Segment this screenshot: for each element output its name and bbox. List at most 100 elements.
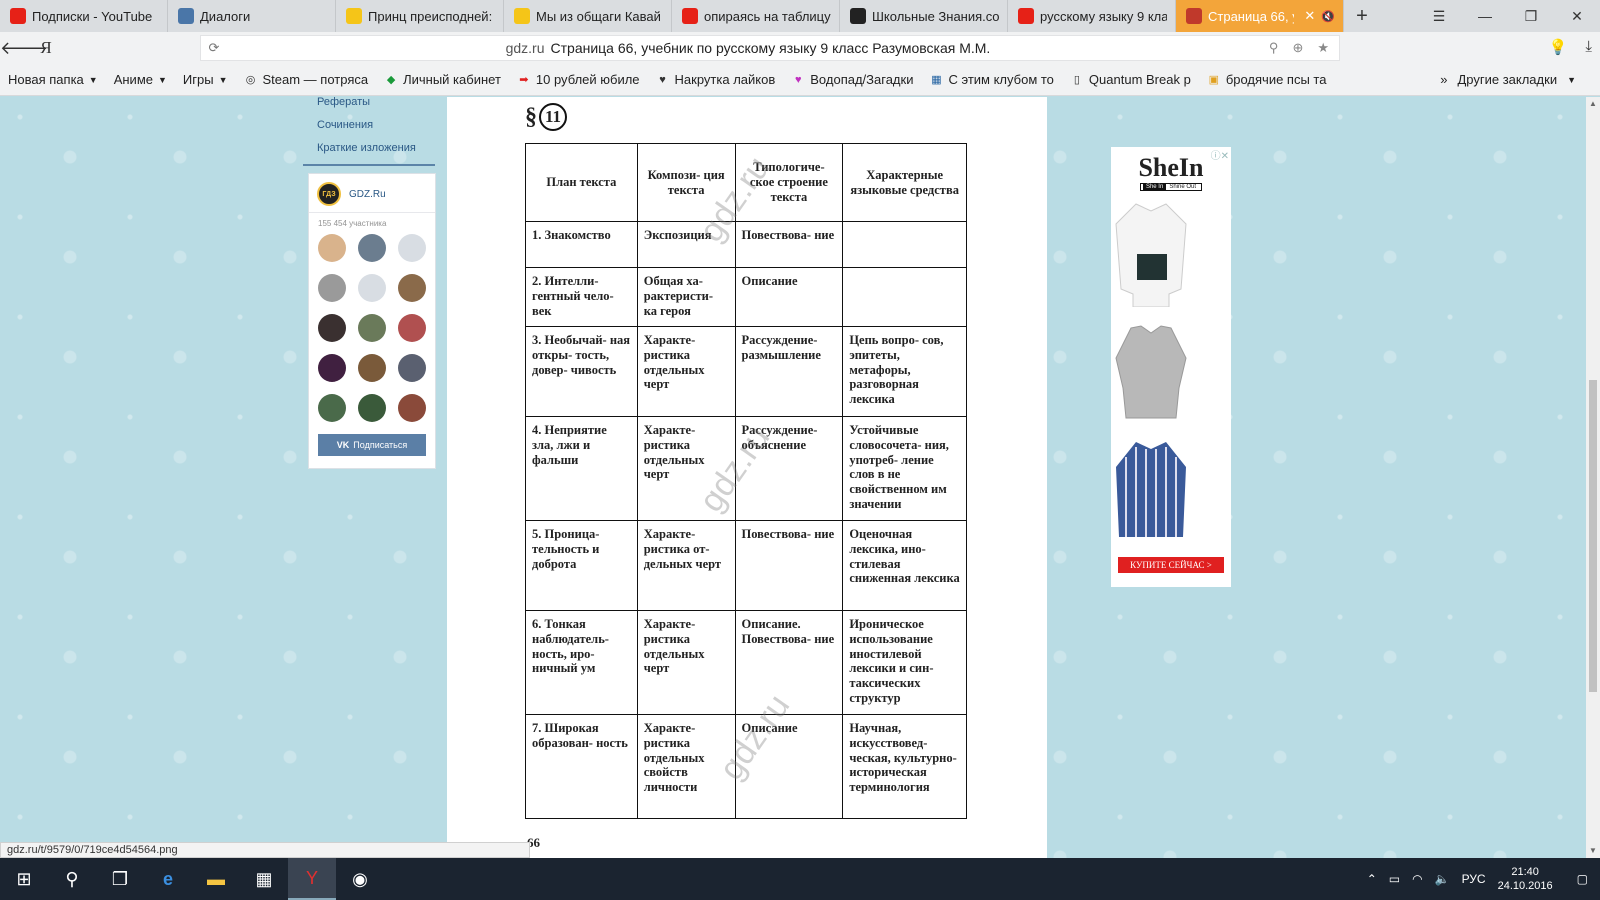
- store-icon[interactable]: ▦: [240, 858, 288, 900]
- avatar[interactable]: [398, 314, 426, 342]
- other-bookmarks-label: Другие закладки: [1457, 72, 1558, 87]
- system-tray: ⌃ ▭ ◠ 🔈 РУС 21:40 24.10.2016 ▢: [1367, 865, 1600, 894]
- omnibox[interactable]: ⟳ gdz.ru Страница 66, учебник по русскому…: [200, 35, 1340, 61]
- shein-ad-banner[interactable]: ⓘ✕ SheIn She In Shine Out КУПИТЕ СЕЙЧАС …: [1111, 147, 1231, 587]
- avatar[interactable]: [358, 274, 386, 302]
- windows-start-icon[interactable]: ⊞: [0, 858, 48, 900]
- znanija-icon: [850, 8, 866, 24]
- bookmark-label: Водопад/Загадки: [810, 72, 914, 87]
- sidebar-link-sochineniya[interactable]: Сочинения: [303, 114, 435, 137]
- avatar[interactable]: [318, 354, 346, 382]
- restore-icon[interactable]: ❐: [1508, 0, 1554, 32]
- vk-avatar-grid: [309, 232, 435, 424]
- page-scrollbar[interactable]: ▲ ▼: [1586, 97, 1600, 858]
- vk-widget-header: ГДЗ GDZ.Ru: [309, 174, 435, 213]
- volume-icon[interactable]: 🔈: [1435, 872, 1450, 886]
- lightbulb-icon[interactable]: 💡: [1549, 38, 1568, 56]
- bookmark-4[interactable]: ◆ Личный кабинет: [376, 72, 509, 87]
- bookmark-0[interactable]: Новая папка ▼: [0, 72, 106, 87]
- wifi-icon[interactable]: ◠: [1412, 872, 1422, 886]
- menu-icon[interactable]: ☰: [1416, 0, 1462, 32]
- table-cell: 3. Необычай- ная откры- тость, довер- чи…: [525, 326, 638, 417]
- vk-subscribe-button[interactable]: VK Подписаться: [318, 434, 426, 456]
- avatar[interactable]: [358, 314, 386, 342]
- white-shirt-image: [1115, 203, 1187, 308]
- bookmark-2[interactable]: Игры ▼: [175, 72, 236, 87]
- text-analysis-table: План текста Компози- ция текста Типологиче…: [525, 143, 967, 819]
- close-tab-icon[interactable]: ✕: [1304, 8, 1315, 24]
- scroll-up-icon[interactable]: ▲: [1586, 97, 1600, 111]
- avatar[interactable]: [398, 234, 426, 262]
- avatar[interactable]: [398, 274, 426, 302]
- avatar[interactable]: [358, 354, 386, 382]
- address-text[interactable]: gdz.ru Страница 66, учебник по русскому я…: [227, 40, 1269, 56]
- app-icon[interactable]: ◉: [336, 858, 384, 900]
- avatar[interactable]: [398, 394, 426, 422]
- table-body: 1. Знакомство Экспозиция Повествова- ние 2.…: [525, 221, 967, 819]
- tab-label: русскому языку 9 клас: [1040, 8, 1167, 24]
- notifications-icon[interactable]: ▢: [1577, 872, 1588, 886]
- table-cell: Характе- ристика отдельных черт: [636, 416, 736, 521]
- chevron-up-icon[interactable]: ⌃: [1367, 872, 1377, 886]
- bookmark-1[interactable]: Аниме ▼: [106, 72, 175, 87]
- tab-7[interactable]: Страница 66, уч ✕ 🔇: [1176, 0, 1344, 32]
- heart-icon: ♥: [659, 73, 666, 86]
- sidebar-link-izlozheniya[interactable]: Краткие изложения: [303, 137, 435, 160]
- other-bookmarks[interactable]: » Другие закладки ▼: [1440, 72, 1600, 87]
- table-cell: Характе- ристика отдельных черт: [636, 610, 736, 715]
- file-explorer-icon[interactable]: ▬: [192, 858, 240, 900]
- bookmark-9[interactable]: ▯ Quantum Break р: [1062, 72, 1199, 87]
- search-icon[interactable]: ⚲: [48, 858, 96, 900]
- scrollbar-thumb[interactable]: [1589, 380, 1597, 692]
- tab-3[interactable]: Мы из общаги Кавай: [504, 0, 672, 32]
- avatar[interactable]: [318, 274, 346, 302]
- tab-2[interactable]: Принц преисподней: А: [336, 0, 504, 32]
- chevron-more-icon[interactable]: »: [1440, 72, 1447, 87]
- download-icon[interactable]: ⤓: [1585, 38, 1592, 56]
- battery-icon[interactable]: ▭: [1389, 872, 1400, 886]
- avatar[interactable]: [358, 234, 386, 262]
- scroll-down-icon[interactable]: ▼: [1586, 844, 1600, 858]
- bookmark-7[interactable]: ♥ Водопад/Загадки: [783, 72, 921, 87]
- star-icon[interactable]: ★: [1317, 40, 1329, 56]
- avatar[interactable]: [318, 314, 346, 342]
- vk-group-name[interactable]: GDZ.Ru: [349, 189, 386, 200]
- sidebar-link-referaty[interactable]: Рефераты: [303, 97, 435, 114]
- bookmark-5[interactable]: ➡ 10 рублей юбиле: [509, 72, 648, 87]
- yandex-browser-taskbar-icon[interactable]: Y: [288, 858, 336, 900]
- ad-close-icon[interactable]: ⓘ✕: [1211, 147, 1229, 162]
- search-icon[interactable]: ⚲: [1269, 40, 1279, 56]
- table-cell: 1. Знакомство: [525, 221, 638, 268]
- tab-4[interactable]: опираясь на таблицу у: [672, 0, 840, 32]
- yandex-logo-icon[interactable]: Я: [32, 38, 60, 58]
- bookmark-label: Аниме: [113, 72, 153, 87]
- bookmark-6[interactable]: ♥ Накрутка лайков: [648, 72, 784, 87]
- reload-icon[interactable]: ⟳: [201, 40, 227, 56]
- tab-1[interactable]: Диалоги: [168, 0, 336, 32]
- gdz-logo-icon[interactable]: ГДЗ: [317, 182, 341, 206]
- task-view-icon[interactable]: ❐: [96, 858, 144, 900]
- language-indicator[interactable]: РУС: [1462, 872, 1486, 886]
- edge-browser-icon[interactable]: e: [144, 858, 192, 900]
- ad-buy-button[interactable]: КУПИТЕ СЕЙЧАС >: [1118, 557, 1224, 573]
- tab-6[interactable]: русскому языку 9 клас: [1008, 0, 1176, 32]
- address-title: Страница 66, учебник по русскому языку 9…: [550, 40, 991, 56]
- avatar[interactable]: [358, 394, 386, 422]
- bookmark-8[interactable]: ▦ С этим клубом то: [921, 72, 1061, 87]
- avatar[interactable]: [398, 354, 426, 382]
- back-button[interactable]: 🡐: [0, 38, 48, 59]
- mute-icon[interactable]: 🔇: [1321, 10, 1335, 23]
- avatar[interactable]: [318, 394, 346, 422]
- protect-icon[interactable]: ⊕: [1292, 40, 1303, 56]
- clock[interactable]: 21:40 24.10.2016: [1498, 865, 1553, 894]
- bookmark-10[interactable]: ▣ бродячие псы та: [1199, 72, 1335, 87]
- avatar[interactable]: [318, 234, 346, 262]
- tab-0[interactable]: Подписки - YouTube: [0, 0, 168, 32]
- bookmark-3[interactable]: ◎ Steam — потряса: [236, 72, 377, 87]
- smiley-icon: [514, 8, 530, 24]
- minimize-icon[interactable]: —: [1462, 0, 1508, 32]
- tab-5[interactable]: Школьные Знания.com: [840, 0, 1008, 32]
- table-header-row: План текста Компози- ция текста Типологиче…: [525, 143, 967, 222]
- close-window-icon[interactable]: ✕: [1554, 0, 1600, 32]
- new-tab-button[interactable]: +: [1344, 0, 1380, 32]
